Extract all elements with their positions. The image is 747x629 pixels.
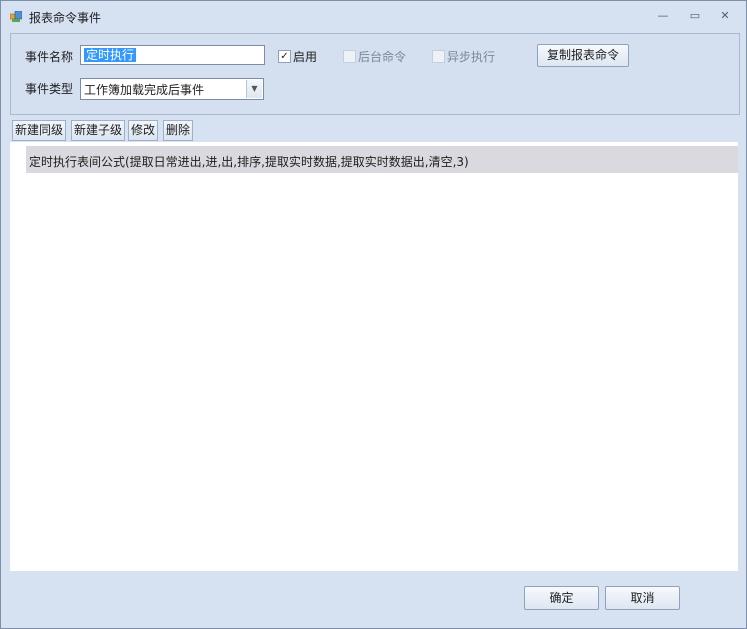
window-title: 报表命令事件 (29, 11, 102, 25)
maximize-button[interactable]: ▭ (687, 9, 703, 23)
async-exec-checkbox[interactable] (432, 50, 445, 63)
command-text: 定时执行表间公式(提取日常进出,进,出,排序,提取实时数据,提取实时数据出,清空… (29, 155, 469, 169)
report-command-event-dialog: 报表命令事件 — ▭ ✕ 事件名称 定时执行 ✓ 启用 后台命令 异步执行 复制… (0, 0, 747, 629)
new-child-button[interactable]: 新建子级 (71, 120, 126, 141)
event-name-value: 定时执行 (84, 48, 137, 62)
delete-button[interactable]: 删除 (163, 120, 194, 141)
list-item[interactable]: 定时执行表间公式(提取日常进出,进,出,排序,提取实时数据,提取实时数据出,清空… (26, 146, 738, 173)
command-toolbar: 新建同级 新建子级 修改 删除 (10, 118, 738, 142)
new-sibling-button[interactable]: 新建同级 (12, 120, 67, 141)
app-window-icon (10, 11, 22, 22)
event-type-label: 事件类型 (25, 82, 74, 96)
ok-button[interactable]: 确定 (524, 586, 599, 610)
enable-label: 启用 (293, 50, 318, 64)
enable-checkbox[interactable]: ✓ (278, 50, 291, 63)
event-name-input[interactable]: 定时执行 (80, 45, 265, 65)
title-bar: 报表命令事件 — ▭ ✕ (1, 1, 746, 31)
edit-button[interactable]: 修改 (128, 120, 159, 141)
event-name-label: 事件名称 (25, 50, 74, 64)
dialog-footer: 确定 取消 (10, 571, 738, 621)
background-command-label: 后台命令 (358, 50, 407, 64)
event-type-value: 工作簿加载完成后事件 (84, 83, 205, 97)
close-button[interactable]: ✕ (717, 9, 733, 23)
event-settings-panel: 事件名称 定时执行 ✓ 启用 后台命令 异步执行 复制报表命令 事件类型 工作簿… (10, 33, 740, 115)
minimize-button[interactable]: — (655, 9, 671, 23)
event-type-select[interactable]: 工作簿加载完成后事件 ▼ (80, 78, 264, 100)
command-tree[interactable]: 定时执行表间公式(提取日常进出,进,出,排序,提取实时数据,提取实时数据出,清空… (10, 142, 738, 571)
chevron-down-icon[interactable]: ▼ (246, 80, 262, 98)
cancel-button[interactable]: 取消 (605, 586, 680, 610)
copy-report-command-button[interactable]: 复制报表命令 (537, 44, 629, 67)
async-exec-label: 异步执行 (447, 50, 496, 64)
background-command-checkbox[interactable] (343, 50, 356, 63)
